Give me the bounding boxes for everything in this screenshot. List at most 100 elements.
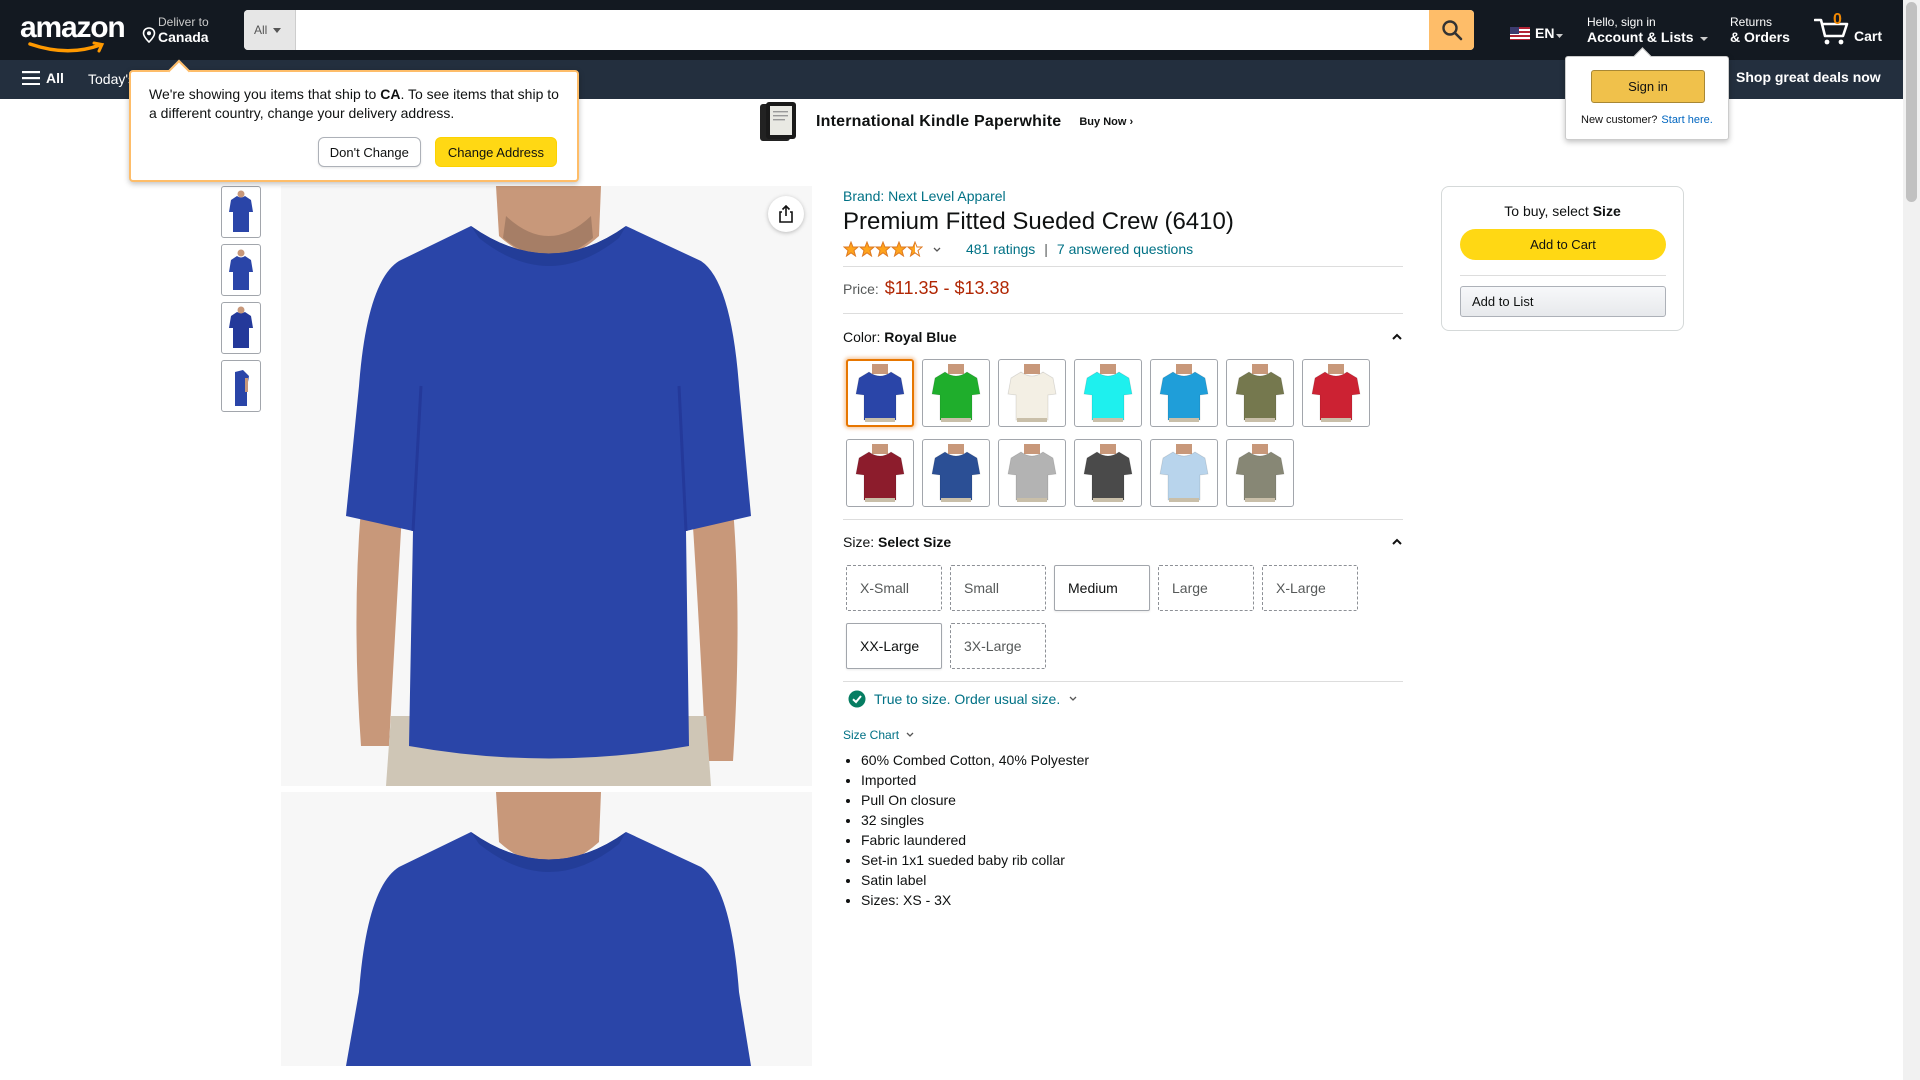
tshirt-icon [1083, 364, 1133, 422]
color-selected: Royal Blue [884, 329, 957, 345]
chevron-down-icon [933, 247, 941, 252]
color-swatch[interactable] [922, 439, 990, 507]
color-swatch[interactable] [998, 359, 1066, 427]
checkmark-circle-icon [848, 690, 866, 708]
language-selector[interactable]: EN [1510, 25, 1564, 41]
feature-bullet: Satin label [861, 870, 1403, 890]
feature-bullet: Pull On closure [861, 790, 1403, 810]
feature-bullets: 60% Combed Cotton, 40% PolyesterImported… [861, 750, 1403, 910]
fit-message[interactable]: True to size. Order usual size. [848, 690, 1403, 708]
color-swatch[interactable] [846, 359, 914, 427]
main-product-image[interactable] [281, 186, 812, 786]
chevron-down-icon [906, 732, 914, 737]
caret-down-icon [1556, 33, 1564, 38]
shipping-message-text: We're showing you items that ship to [149, 86, 381, 102]
fit-message-text: True to size. Order usual size. [874, 691, 1061, 707]
account-lists-label: Account & Lists [1587, 29, 1709, 45]
thumbnail-image[interactable] [221, 302, 261, 354]
price-range: $11.35 - $13.38 [884, 278, 1010, 298]
color-swatch[interactable] [1150, 359, 1218, 427]
feature-bullet: Imported [861, 770, 1403, 790]
search-input[interactable] [296, 10, 1429, 50]
tshirt-icon [931, 364, 981, 422]
cart-button[interactable]: 0 Cart [1814, 11, 1884, 48]
size-chart-link[interactable]: Size Chart [843, 728, 1403, 742]
color-swatch[interactable] [922, 359, 990, 427]
divider [843, 266, 1403, 267]
banner-buy-now-link[interactable]: Buy Now › [1079, 116, 1133, 128]
search-category-label: All [254, 23, 268, 37]
start-here-link[interactable]: Start here. [1661, 114, 1712, 126]
color-swatch[interactable] [846, 439, 914, 507]
color-swatch[interactable] [1074, 439, 1142, 507]
size-option[interactable]: X-Large [1262, 565, 1358, 611]
search-icon [1441, 20, 1462, 41]
size-option[interactable]: XX-Large [846, 623, 942, 669]
size-option[interactable]: Medium [1054, 565, 1150, 611]
size-section-header[interactable]: Size: Select Size [843, 532, 1403, 552]
tshirt-icon [1235, 444, 1285, 502]
color-swatch[interactable] [998, 439, 1066, 507]
change-address-button[interactable]: Change Address [434, 137, 557, 167]
add-to-cart-button[interactable]: Add to Cart [1460, 229, 1666, 260]
buy-box-prompt: To buy, select Size [1442, 203, 1683, 219]
size-chart-label: Size Chart [843, 728, 900, 742]
tshirt-icon [1159, 444, 1209, 502]
size-option[interactable]: Large [1158, 565, 1254, 611]
color-section-header[interactable]: Color: Royal Blue [843, 327, 1403, 347]
logo-wordmark: amazon [20, 11, 126, 44]
size-option[interactable]: Small [950, 565, 1046, 611]
star-rating[interactable] [843, 241, 942, 257]
all-menu-label: All [46, 70, 64, 86]
answered-questions-link[interactable]: 7 answered questions [1057, 241, 1193, 257]
ratings-count-link[interactable]: 481 ratings [966, 241, 1035, 257]
size-heading: Size: Select Size [843, 534, 951, 550]
feature-bullet: Sizes: XS - 3X [861, 890, 1403, 910]
color-label: Color: [843, 329, 881, 345]
amazon-logo[interactable]: amazon [20, 11, 126, 53]
thumbnail-image[interactable] [221, 360, 261, 412]
deliver-to[interactable]: Deliver to Canada [140, 15, 220, 45]
color-swatch[interactable] [1150, 439, 1218, 507]
location-pin-icon [142, 27, 156, 43]
tshirt-icon [1311, 364, 1361, 422]
secondary-product-image[interactable] [281, 792, 812, 1066]
account-menu[interactable]: Hello, sign in Account & Lists [1587, 15, 1709, 45]
divider [843, 313, 1403, 314]
new-customer-label: New customer? [1581, 114, 1658, 126]
add-to-list-button[interactable]: Add to List [1460, 286, 1666, 317]
kindle-banner[interactable]: International Kindle Paperwhite Buy Now … [758, 101, 1158, 143]
color-swatch[interactable] [1074, 359, 1142, 427]
todays-deals-link[interactable]: Today's [88, 71, 135, 87]
share-button[interactable] [768, 196, 804, 232]
all-menu-button[interactable]: All [22, 70, 64, 86]
divider [843, 681, 1403, 682]
color-swatch[interactable] [1226, 439, 1294, 507]
returns-orders[interactable]: Returns & Orders [1730, 15, 1790, 45]
returns-label: Returns [1730, 15, 1773, 29]
tshirt-icon [931, 444, 981, 502]
search-category-dropdown[interactable]: All [244, 10, 296, 50]
color-swatch[interactable] [1226, 359, 1294, 427]
sign-in-button[interactable]: Sign in [1591, 70, 1705, 103]
color-swatch[interactable] [1302, 359, 1370, 427]
thumbnail-image[interactable] [221, 186, 261, 238]
thumbnail-image[interactable] [221, 244, 261, 296]
product-details: Brand: Next Level Apparel Premium Fitted… [843, 186, 1403, 910]
dont-change-button[interactable]: Don't Change [317, 137, 421, 167]
size-option[interactable]: X-Small [846, 565, 942, 611]
feature-bullet: Set-in 1x1 sueded baby rib collar [861, 850, 1403, 870]
scrollbar-thumb[interactable] [1906, 2, 1917, 202]
search-button[interactable] [1429, 10, 1474, 50]
price-label: Price: [843, 281, 879, 297]
size-option[interactable]: 3X-Large [950, 623, 1046, 669]
feature-bullet: 60% Combed Cotton, 40% Polyester [861, 750, 1403, 770]
size-selected: Select Size [878, 534, 952, 550]
tshirt-icon [1007, 444, 1057, 502]
language-label: EN [1535, 25, 1555, 41]
kindle-device-image [758, 102, 798, 142]
chevron-up-icon [1392, 333, 1402, 340]
brand-link[interactable]: Brand: Next Level Apparel [843, 186, 1403, 206]
shop-deals-link[interactable]: Shop great deals now [1736, 69, 1881, 85]
logo-smile-icon [28, 41, 105, 53]
